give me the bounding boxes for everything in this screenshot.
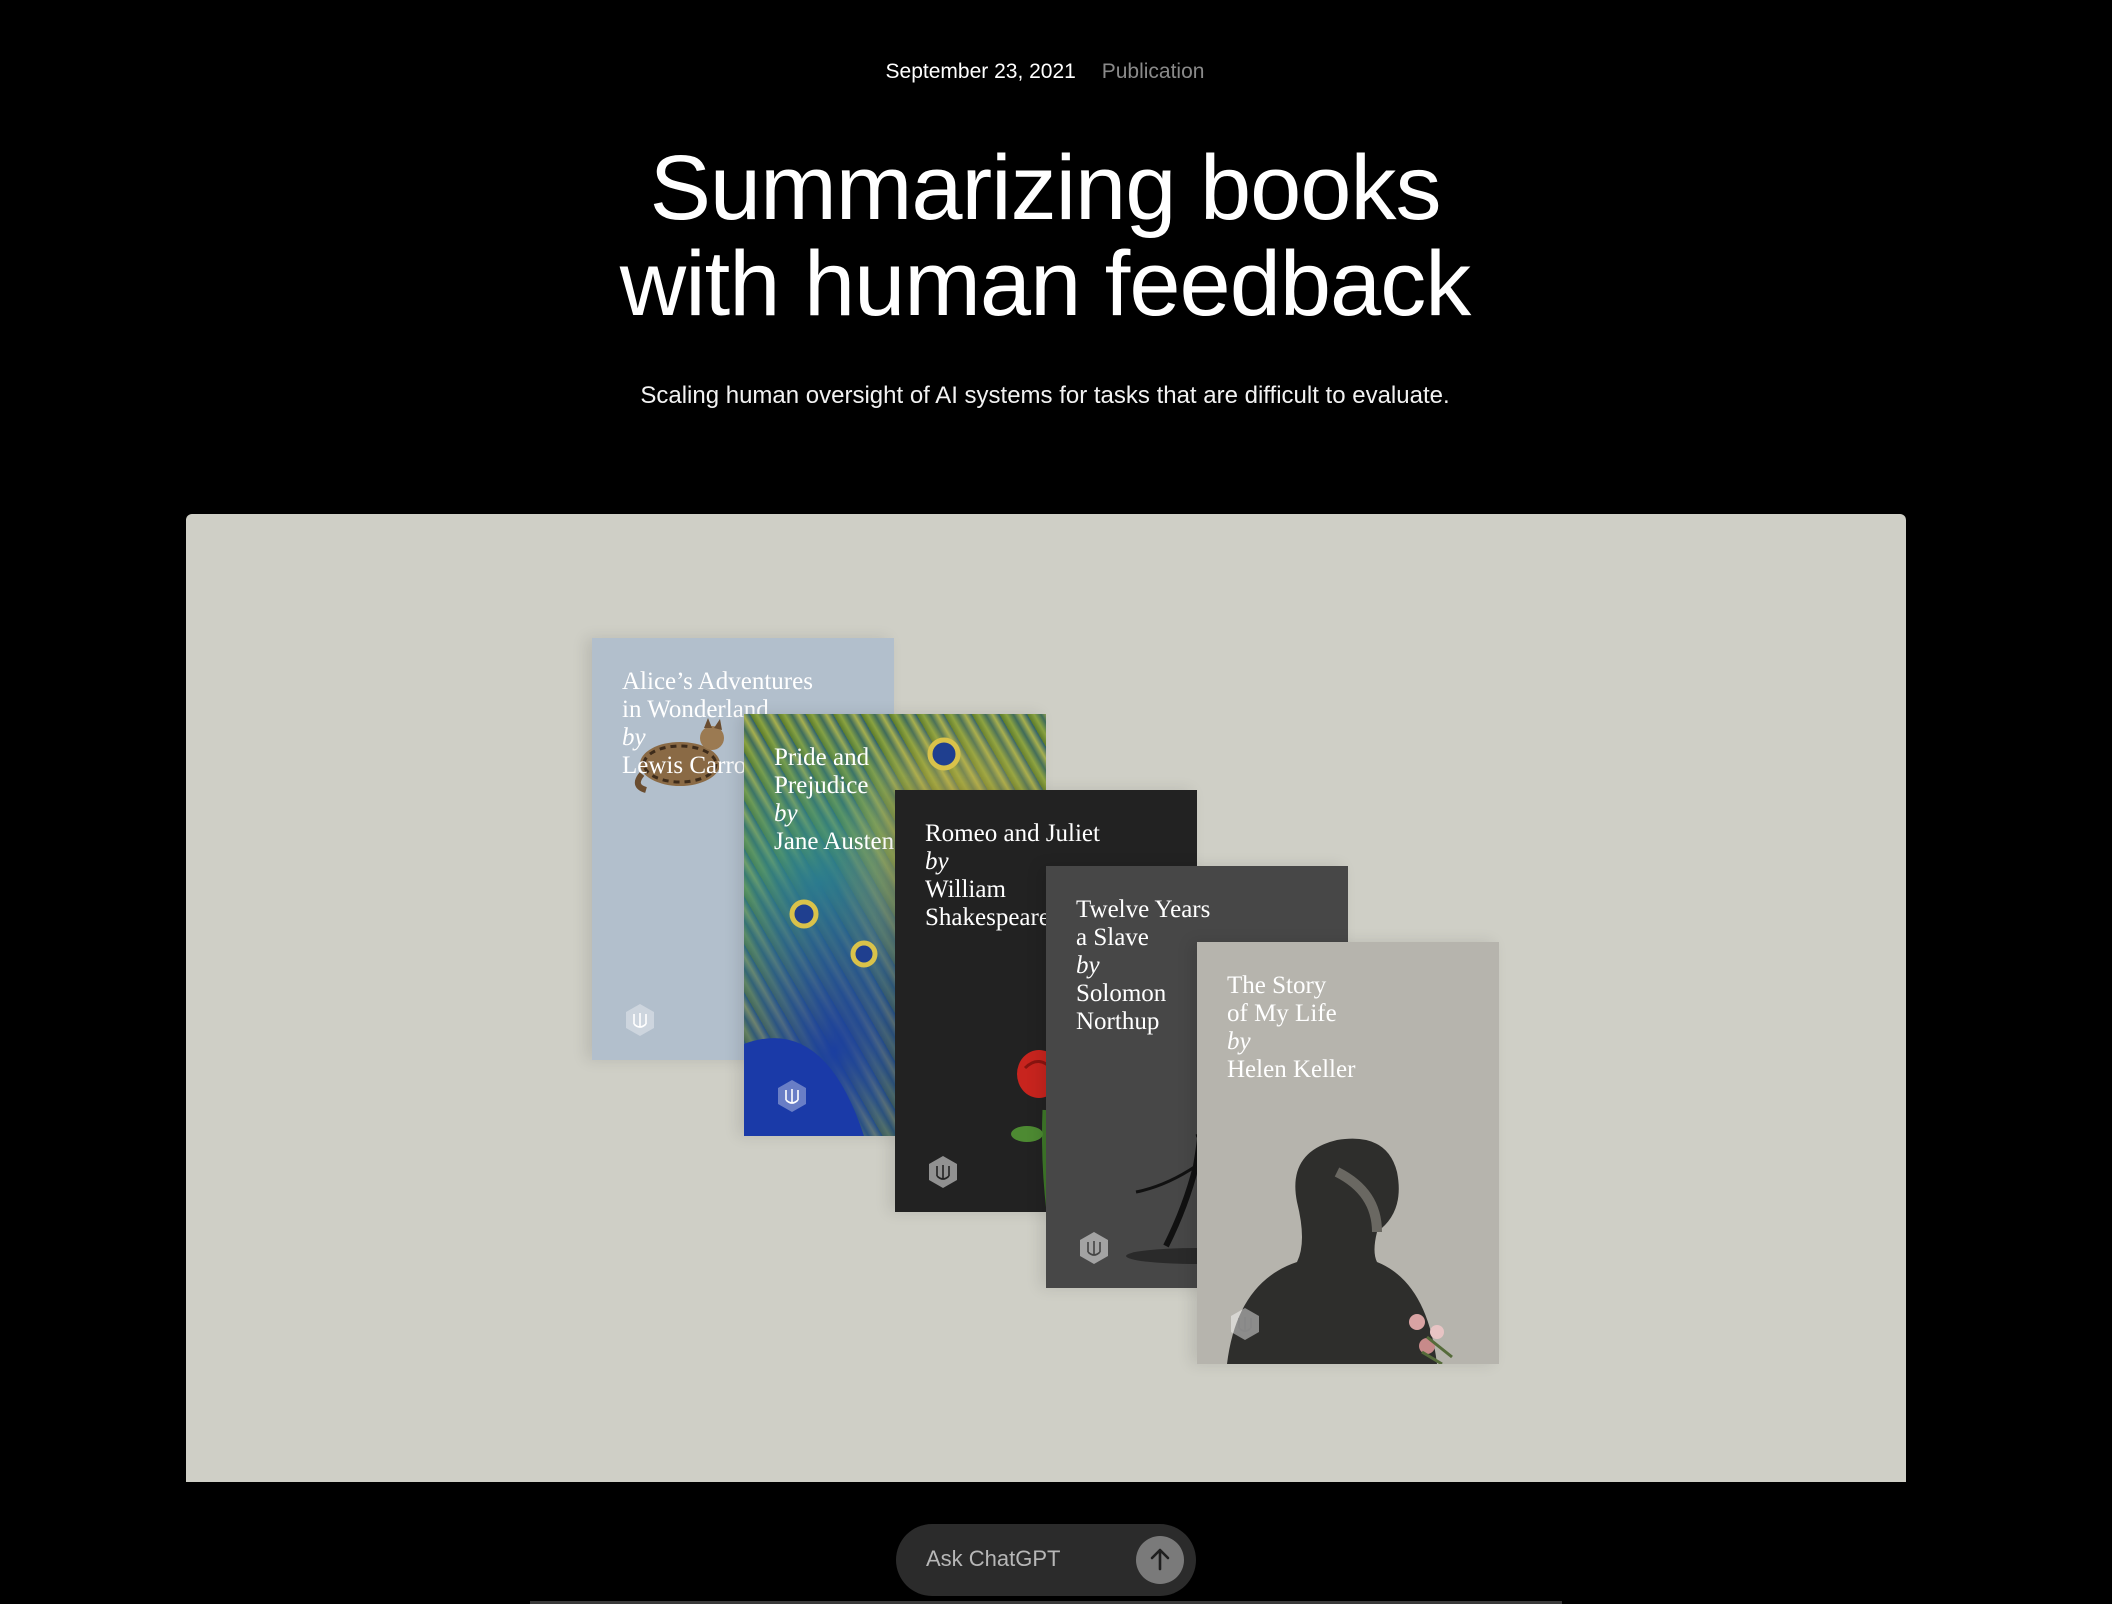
book-by: by <box>1227 1028 1251 1055</box>
book-title-line: Pride and <box>774 744 870 771</box>
book-title-line: Alice’s Adventures <box>622 668 813 695</box>
page-title-line-2: with human feedback <box>619 233 1471 335</box>
book-author: Helen Keller <box>1227 1056 1356 1083</box>
page: September 23, 2021 Publication Summarizi… <box>0 0 2112 1604</box>
page-title: Summarizing books with human feedback <box>0 140 2090 332</box>
page-title-line-1: Summarizing books <box>649 137 1442 239</box>
article-meta: September 23, 2021 Publication <box>0 60 2090 84</box>
publisher-logo-icon <box>626 1004 654 1036</box>
publish-date: September 23, 2021 <box>885 60 1076 83</box>
publisher-logo-icon <box>778 1080 806 1112</box>
hero-image: Alice’s Adventures in Wonderland by Lewi… <box>186 514 1906 1482</box>
book-title-line: Romeo and Juliet <box>925 820 1100 847</box>
portrait-illustration <box>1227 1138 1453 1364</box>
category-link[interactable]: Publication <box>1102 60 1205 83</box>
page-subtitle: Scaling human oversight of AI systems fo… <box>640 382 1450 409</box>
arrow-up-icon <box>1150 1548 1170 1571</box>
publisher-logo-icon <box>929 1156 957 1188</box>
ask-chatgpt-composer[interactable]: Ask ChatGPT <box>896 1524 1196 1596</box>
book-title-line: of My Life <box>1227 1000 1337 1027</box>
book-title-story-of-my-life: The Story of My Life by Helen Keller <box>1227 972 1489 1084</box>
book-title-line: The Story <box>1227 972 1327 999</box>
book-cover-the-story-of-my-life: The Story of My Life by Helen Keller <box>1197 942 1499 1364</box>
ask-chatgpt-placeholder[interactable]: Ask ChatGPT <box>926 1546 1060 1572</box>
book-title-line: Twelve Years <box>1076 896 1211 923</box>
publisher-logo-icon <box>1231 1308 1259 1340</box>
send-button[interactable] <box>1136 1536 1184 1584</box>
publisher-logo-icon <box>1080 1232 1108 1264</box>
